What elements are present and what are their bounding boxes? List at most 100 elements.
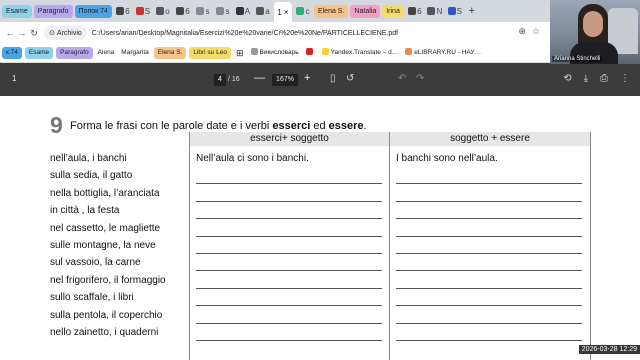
- active-tab-label: 1: [277, 7, 282, 17]
- tab-favicon-icon: [256, 7, 265, 15]
- answer-line: [196, 218, 382, 220]
- bookmark-folder[interactable]: Elena S.: [153, 47, 187, 59]
- page-total: / 16: [228, 76, 240, 83]
- bookmark-favicon-icon: [305, 48, 313, 55]
- tab-favicon-icon: [156, 7, 165, 15]
- new-tab-button[interactable]: +: [466, 3, 478, 19]
- more-options-icon[interactable]: ⋮: [620, 73, 630, 84]
- exercise-prompt: sulla pentola, il coperchio: [50, 309, 163, 321]
- browser-tab[interactable]: 6: [114, 3, 132, 19]
- tab-group-elena-s-[interactable]: Elena S.: [313, 4, 349, 18]
- tab-close-icon[interactable]: ×: [284, 8, 289, 17]
- tab-label: s: [205, 6, 210, 16]
- tab-group-natalia[interactable]: Natalia: [350, 4, 381, 18]
- bookmark-label: eLIBRARY.RU - НАУ…: [414, 49, 482, 56]
- exercise-instruction: Forma le frasi con le parole date e i ve…: [70, 120, 367, 132]
- answer-line: [396, 183, 582, 185]
- tab-group-irina[interactable]: Irina: [382, 4, 404, 18]
- fit-page-icon[interactable]: ▯: [330, 73, 336, 84]
- browser-tab[interactable]: 6: [174, 3, 192, 19]
- forward-icon[interactable]: →: [16, 28, 28, 38]
- bookmark-link[interactable]: [304, 47, 317, 59]
- tab-label: N: [436, 6, 443, 16]
- tab-group-esame[interactable]: Esame: [2, 4, 32, 18]
- tab-favicon-icon: [447, 7, 456, 15]
- browser-tab[interactable]: o: [154, 3, 172, 19]
- sidebar-page-label: 1: [12, 74, 17, 83]
- bookmark-folder[interactable]: к 74: [2, 47, 22, 59]
- bookmark-folder[interactable]: Paragrafo: [56, 47, 93, 59]
- back-icon[interactable]: ←: [4, 28, 16, 38]
- pdf-page: 9 Forma le frasi con le parole date e i …: [0, 96, 640, 360]
- browser-tab[interactable]: s: [214, 3, 232, 19]
- bookmark-folder[interactable]: Margarita: [119, 47, 150, 59]
- exercise-prompt: sul vassoio, la carne: [50, 257, 141, 269]
- browser-tab[interactable]: S: [134, 3, 152, 19]
- zoom-out-button[interactable]: —: [254, 72, 265, 84]
- bookmark-label: Yandex.Translate – d…: [330, 49, 399, 56]
- browser-tab[interactable]: S: [446, 3, 464, 19]
- bookmark-link[interactable]: Викисловарь: [249, 47, 301, 59]
- exercise-prompt: sulle montagne, la neve: [50, 240, 156, 251]
- tab-label: S: [456, 6, 463, 16]
- exercise-prompt: nell’aula, i banchi: [50, 153, 127, 164]
- page-number-input[interactable]: 4: [214, 74, 226, 86]
- webcam-overlay: Arianna Stinchelli: [550, 0, 640, 64]
- active-tab[interactable]: 1 ×: [273, 2, 292, 22]
- zoom-icon[interactable]: ⊕: [518, 26, 526, 37]
- download-icon[interactable]: ⤓: [584, 73, 588, 84]
- bookmark-link[interactable]: eLIBRARY.RU - НАУ…: [403, 47, 483, 59]
- address-bar-row: ← → ↻ ⊙ Archivio C:/Users/arian/Desktop/…: [0, 22, 640, 44]
- tab-group-paragrafo[interactable]: Paragrafo: [33, 4, 73, 18]
- bookmark-folder[interactable]: Libri su Leo: [189, 47, 231, 59]
- answer-line: [396, 270, 582, 272]
- tab-strip: Esame Paragrafo Попок 74 6 So 6 s s Aa 1 × c Elena S…: [0, 0, 640, 22]
- reload-icon[interactable]: ↻: [28, 28, 40, 39]
- tab-favicon-icon: [427, 7, 436, 15]
- undo-icon[interactable]: ↶: [398, 73, 406, 84]
- bookmark-folder[interactable]: Alena: [96, 47, 117, 59]
- tab-label: A: [244, 6, 251, 16]
- answer-line: [396, 218, 582, 220]
- redo-icon[interactable]: ↷: [416, 73, 424, 84]
- zoom-in-button[interactable]: +: [304, 72, 310, 84]
- browser-tab[interactable]: N: [426, 3, 444, 19]
- screen: Esame Paragrafo Попок 74 6 So 6 s s Aa 1 × c Elena S…: [0, 0, 640, 360]
- tab-label: 6: [417, 6, 422, 16]
- url-field[interactable]: C:/Users/arian/Desktop/Magnitalia/Eserci…: [92, 30, 398, 37]
- exercise-prompt: sullo scaffale, i libri: [50, 292, 134, 304]
- rotate-icon[interactable]: ↺: [346, 73, 354, 84]
- answer-line: [396, 287, 582, 289]
- sync-icon[interactable]: ⟲: [563, 73, 571, 84]
- tab-favicon-icon: [116, 7, 125, 15]
- archive-icon: ⊙: [49, 30, 55, 37]
- exercise-number: 9: [50, 112, 63, 138]
- bookmark-star-icon[interactable]: ☆: [532, 26, 540, 37]
- tab-label: a: [265, 6, 270, 16]
- answer-line: [196, 235, 382, 237]
- bookmark-folder[interactable]: Esame: [24, 47, 54, 59]
- exercise-prompt: nella bottiglia, l’aranciata: [50, 187, 160, 199]
- browser-tab[interactable]: s: [194, 3, 212, 19]
- exercise-prompt: sulla sedia, il gatto: [50, 170, 133, 182]
- answer-essere: I banchi sono nell’aula.: [396, 153, 498, 164]
- site-info-chip[interactable]: ⊙ Archivio: [44, 26, 87, 40]
- print-icon[interactable]: ⎙: [600, 73, 608, 84]
- browser-tab[interactable]: A: [234, 3, 252, 19]
- participant-name: Arianna Stinchelli: [552, 56, 603, 62]
- bookmark-label: Викисловарь: [259, 49, 299, 56]
- answer-line: [196, 200, 382, 202]
- answer-line: [196, 253, 382, 254]
- zoom-level-input[interactable]: 167%: [272, 74, 298, 86]
- exercise-prompt: in città , la festa: [50, 205, 120, 217]
- tab-group-попок-74[interactable]: Попок 74: [74, 4, 112, 18]
- bookmarks-bar: к 74 Esame Paragrafo Alena Margarita Elena S.…: [0, 44, 640, 63]
- bookmark-link[interactable]: Yandex.Translate – d…: [320, 47, 401, 59]
- browser-tab[interactable]: 6: [406, 3, 424, 19]
- apps-grid-icon[interactable]: ⊞: [234, 47, 246, 59]
- browser-tab[interactable]: c: [294, 3, 312, 19]
- verb-esserci: esserci: [272, 120, 311, 132]
- pdf-toolbar: 1 4 / 16 — 167% + ▯ ↺ ↶ ↷ ⟲ ⤓ ⎙ ⋮: [0, 63, 640, 96]
- browser-tab[interactable]: a: [254, 3, 272, 19]
- tab-label: s: [225, 6, 230, 16]
